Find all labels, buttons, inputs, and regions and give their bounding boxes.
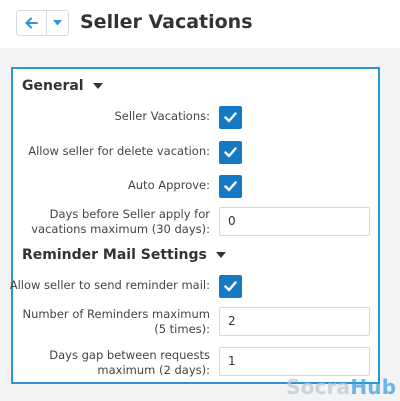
delete-vacation-label: Allow seller for delete vacation:	[28, 144, 210, 158]
checkmark-icon	[224, 147, 237, 158]
number-of-reminders-input[interactable]: 2	[219, 307, 370, 336]
watermark-logo: SocraHub	[286, 375, 397, 399]
caret-down-icon	[92, 83, 103, 89]
back-button[interactable]	[17, 11, 47, 35]
seller-vacations-label: Seller Vacations:	[114, 109, 210, 123]
checkmark-icon	[224, 112, 237, 123]
send-reminder-checkbox[interactable]	[219, 275, 242, 298]
auto-approve-checkbox[interactable]	[219, 175, 242, 198]
send-reminder-label: Allow seller to send reminder mail:	[9, 278, 210, 292]
days-gap-label: Days gap between requests maximum (2 day…	[49, 348, 210, 377]
history-dropdown-button[interactable]	[47, 11, 68, 35]
caret-down-icon	[53, 20, 62, 26]
days-before-apply-label: Days before Seller apply for vacations m…	[31, 207, 210, 236]
section-reminder-toggle[interactable]: Reminder Mail Settings	[22, 247, 226, 263]
auto-approve-label: Auto Approve:	[127, 178, 210, 192]
seller-vacations-checkbox[interactable]	[219, 106, 242, 129]
checkmark-icon	[224, 281, 237, 292]
section-reminder-title: Reminder Mail Settings	[22, 247, 207, 263]
days-before-apply-input[interactable]: 0	[219, 207, 370, 236]
page-title: Seller Vacations	[80, 11, 253, 33]
checkmark-icon	[224, 181, 237, 192]
nav-button-group	[16, 10, 69, 36]
days-gap-input[interactable]: 1	[219, 347, 370, 376]
section-general-toggle[interactable]: General	[22, 78, 103, 94]
top-bar: Seller Vacations	[0, 0, 400, 48]
arrow-left-icon	[25, 17, 38, 29]
delete-vacation-checkbox[interactable]	[219, 141, 242, 164]
caret-down-icon	[215, 252, 226, 258]
number-of-reminders-label: Number of Reminders maximum (5 times):	[22, 307, 210, 336]
section-general-title: General	[22, 78, 84, 94]
settings-panel: General Seller Vacations: Allow seller f…	[9, 67, 380, 384]
